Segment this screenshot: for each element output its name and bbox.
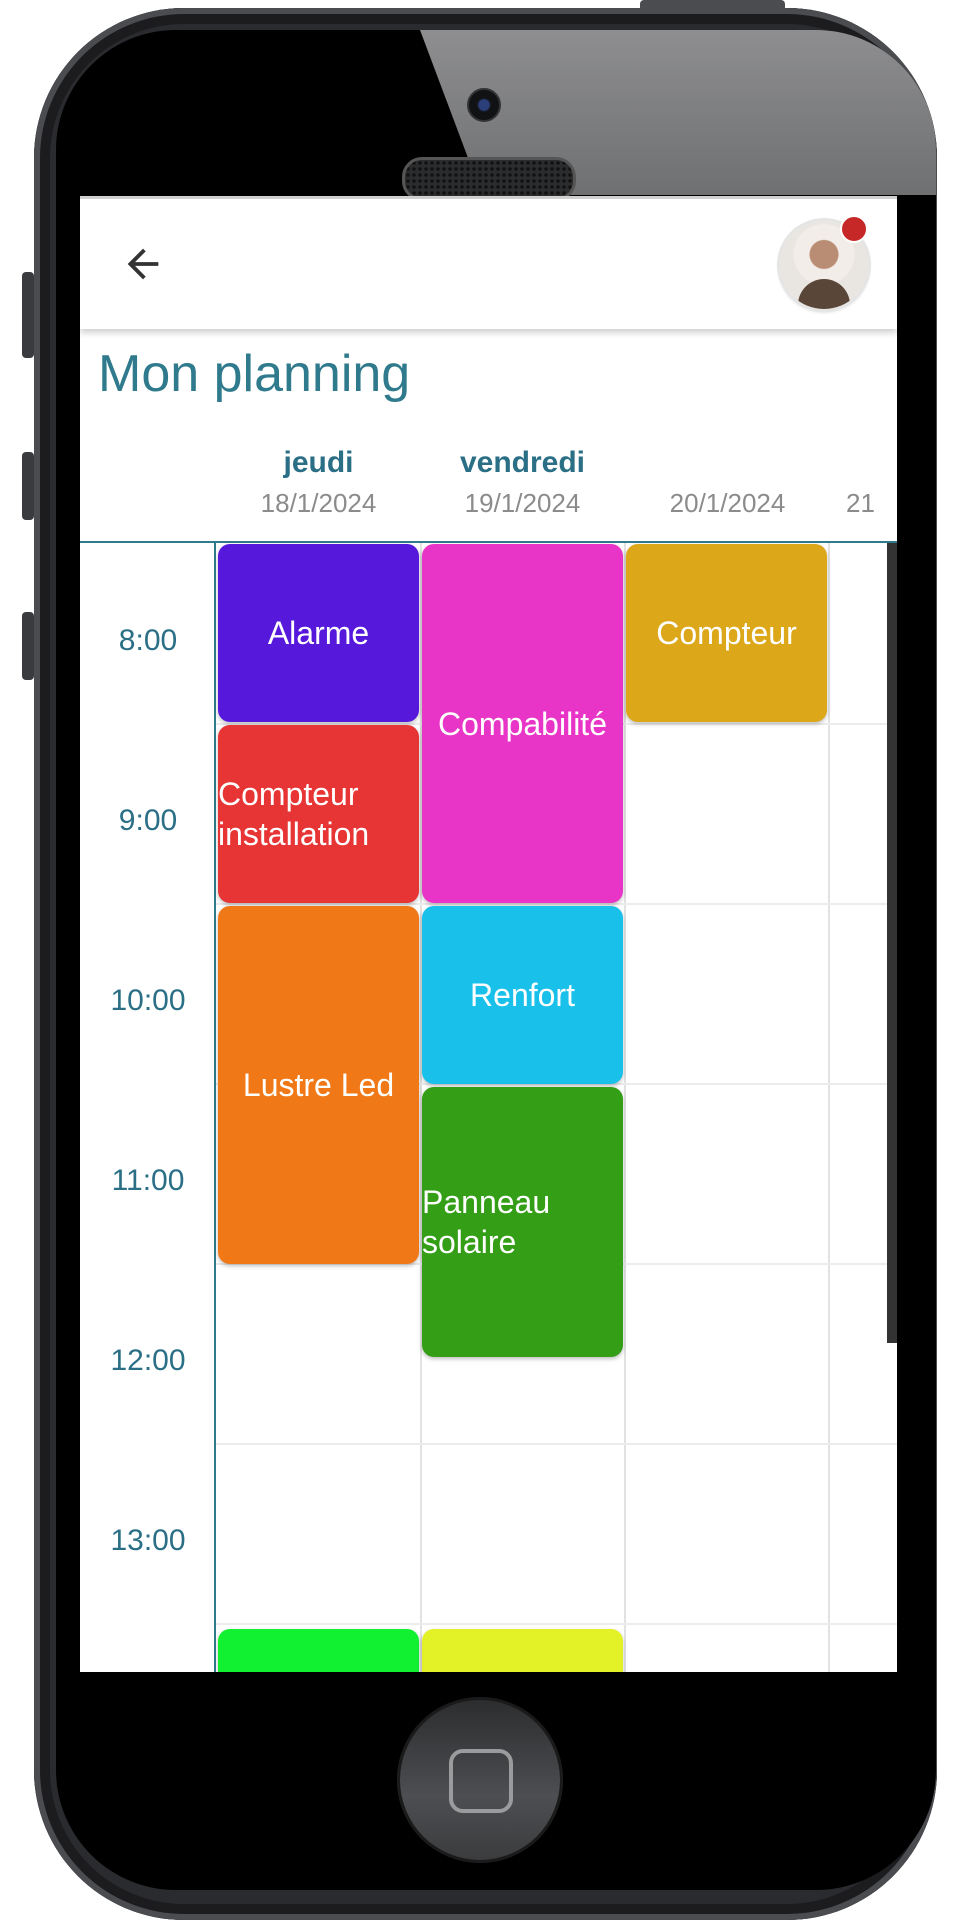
time-label: 13:00 [110, 1524, 186, 1557]
day-name [625, 446, 830, 484]
mute-switch [22, 272, 34, 358]
day-column-divider [828, 543, 830, 1672]
day-name: vendredi [459, 446, 586, 479]
event-alarme[interactable]: Alarme [218, 544, 419, 722]
time-label: 12:00 [110, 1344, 186, 1377]
time-label: 10:00 [110, 984, 186, 1017]
day-header[interactable]: vendredi 19/1/2024 [420, 446, 625, 519]
event-compteur[interactable]: Compteur [626, 544, 827, 722]
calendar-grid[interactable]: Alarme Compteur installation Lustre Led … [216, 543, 897, 1672]
event-yellow[interactable] [422, 1629, 623, 1672]
vertical-scrollbar[interactable] [887, 543, 897, 1343]
event-compabilite[interactable]: Compabilité [422, 544, 623, 903]
power-button [640, 0, 785, 10]
day-header[interactable]: 21 [830, 446, 897, 519]
volume-down-button [22, 612, 34, 680]
day-date: 19/1/2024 [464, 488, 581, 518]
event-lustre-led[interactable]: Lustre Led [218, 906, 419, 1264]
earpiece-speaker [402, 157, 576, 201]
hour-divider [216, 1443, 897, 1445]
time-label: 8:00 [118, 624, 178, 657]
hour-divider [216, 1623, 897, 1625]
day-name [846, 446, 897, 484]
notification-dot [840, 215, 868, 243]
day-date: 21 [846, 488, 875, 518]
app-bar [80, 196, 897, 329]
app-screen: Mon planning jeudi 18/1/2024 vendredi 19… [80, 196, 897, 1672]
front-camera [467, 88, 501, 122]
day-header[interactable]: 20/1/2024 [625, 446, 830, 519]
event-green[interactable] [218, 1629, 419, 1672]
time-label: 11:00 [111, 1164, 185, 1197]
event-panneau-solaire[interactable]: Panneau solaire [422, 1087, 623, 1357]
time-label: 9:00 [118, 804, 178, 837]
hour-divider [216, 903, 897, 905]
event-compteur-installation[interactable]: Compteur installation [218, 725, 419, 903]
day-header[interactable]: jeudi 18/1/2024 [216, 446, 421, 519]
volume-up-button [22, 452, 34, 520]
event-renfort[interactable]: Renfort [422, 906, 623, 1084]
day-date: 20/1/2024 [669, 488, 786, 518]
home-button[interactable] [397, 1697, 563, 1863]
day-name: jeudi [283, 446, 354, 479]
home-square-icon [449, 1749, 513, 1813]
page-title: Mon planning [98, 345, 411, 403]
arrow-left-icon[interactable] [120, 241, 166, 287]
day-date: 18/1/2024 [260, 488, 377, 518]
